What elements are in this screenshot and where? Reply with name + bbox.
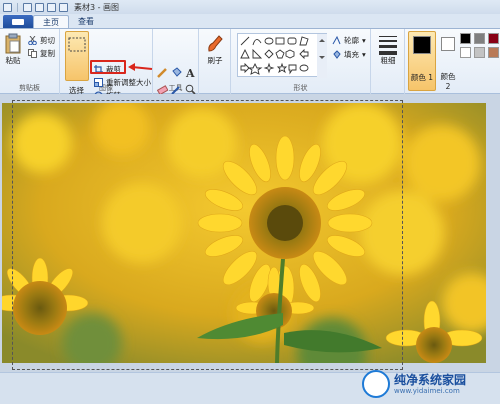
redo-icon[interactable] — [47, 2, 56, 12]
size-label: 粗细 — [380, 56, 396, 65]
outline-button[interactable]: 轮廓 ▾ — [332, 35, 366, 46]
watermark-url: www.yidaimei.com — [394, 387, 460, 395]
red-arrow-icon — [128, 63, 153, 71]
shapes-group-label: 形状 — [293, 84, 308, 92]
sunflower-photo — [2, 103, 486, 363]
brushes-group: 刷子 — [199, 29, 231, 94]
fill-icon — [333, 50, 341, 59]
palette-color[interactable] — [460, 47, 471, 58]
crop-highlight-box — [90, 60, 126, 74]
app-icon[interactable] — [3, 2, 12, 12]
fill-button[interactable]: 填充 ▾ — [332, 49, 366, 60]
paste-icon — [5, 33, 21, 54]
clipboard-group: 粘贴 剪切 复制 剪贴板 — [0, 29, 60, 94]
copy-button[interactable]: 复制 — [28, 48, 55, 59]
clipboard-group-label: 剪贴板 — [19, 84, 40, 92]
outline-dropdown-icon[interactable]: ▾ — [362, 36, 366, 45]
color2-button[interactable]: 颜色 2 — [438, 31, 458, 91]
watermark-logo-icon — [362, 370, 390, 398]
divider — [17, 2, 18, 12]
palette-color[interactable] — [460, 33, 471, 44]
ribbon-tabs: 主页 查看 — [0, 14, 500, 29]
save-icon[interactable] — [23, 2, 32, 12]
paste-label: 粘贴 — [5, 56, 21, 65]
brush-icon — [208, 35, 223, 52]
select-rectangle-icon — [68, 37, 86, 52]
palette-color[interactable] — [488, 33, 499, 44]
tab-view[interactable]: 查看 — [69, 15, 103, 28]
color2-swatch — [441, 37, 455, 51]
watermark: 纯净系统家园 www.yidaimei.com — [362, 370, 466, 398]
line-width-icon — [379, 36, 397, 55]
color1-swatch — [413, 36, 431, 54]
window-title: 素材3 - 画图 — [74, 2, 120, 12]
resize-button[interactable]: 重新调整大小 — [94, 77, 151, 88]
tab-home[interactable]: 主页 — [33, 15, 69, 28]
paste-button[interactable]: 粘贴 — [4, 33, 22, 66]
color1-button[interactable]: 颜色 1 — [408, 31, 436, 91]
fill-bucket-icon[interactable] — [171, 67, 182, 78]
cut-label: 剪切 — [40, 36, 55, 45]
cut-button[interactable]: 剪切 — [28, 35, 55, 46]
shapes-icon — [240, 34, 327, 78]
svg-text:A: A — [185, 67, 195, 78]
size-button[interactable]: 粗细 — [378, 33, 398, 66]
fill-dropdown-icon[interactable]: ▾ — [362, 50, 366, 59]
canvas-area[interactable] — [0, 94, 500, 370]
text-tool-icon[interactable]: A — [185, 67, 196, 78]
color2-label: 颜色 2 — [440, 72, 456, 91]
brushes-label: 刷子 — [207, 56, 223, 65]
brushes-button[interactable]: 刷子 — [205, 33, 225, 66]
undo-icon[interactable] — [35, 2, 44, 12]
outline-label: 轮廓 — [344, 36, 359, 45]
select-button[interactable] — [65, 31, 89, 81]
color1-label: 颜色 1 — [410, 73, 434, 82]
file-menu-button[interactable] — [3, 15, 33, 28]
canvas-image[interactable] — [2, 103, 486, 363]
palette-color[interactable] — [474, 47, 485, 58]
fill-label: 填充 — [344, 50, 359, 59]
watermark-title: 纯净系统家园 — [394, 373, 467, 387]
resize-icon — [94, 78, 103, 87]
scissors-icon — [28, 36, 37, 45]
size-group: 粗细 — [371, 29, 405, 94]
customize-dropdown-icon[interactable] — [59, 2, 68, 12]
outline-icon — [332, 36, 341, 45]
palette-color[interactable] — [474, 33, 485, 44]
ribbon: 粘贴 剪切 复制 剪贴板 图像 选择 裁剪 重新调整大小 旋转 ▾ — [0, 29, 500, 100]
pencil-icon[interactable] — [157, 67, 168, 78]
title-bar: 素材3 - 画图 — [0, 0, 500, 14]
quick-access-toolbar — [3, 2, 68, 12]
palette-color[interactable] — [488, 47, 499, 58]
resize-label: 重新调整大小 — [106, 78, 151, 87]
copy-label: 复制 — [40, 49, 55, 58]
copy-icon — [28, 49, 37, 58]
shapes-gallery[interactable] — [237, 33, 327, 78]
